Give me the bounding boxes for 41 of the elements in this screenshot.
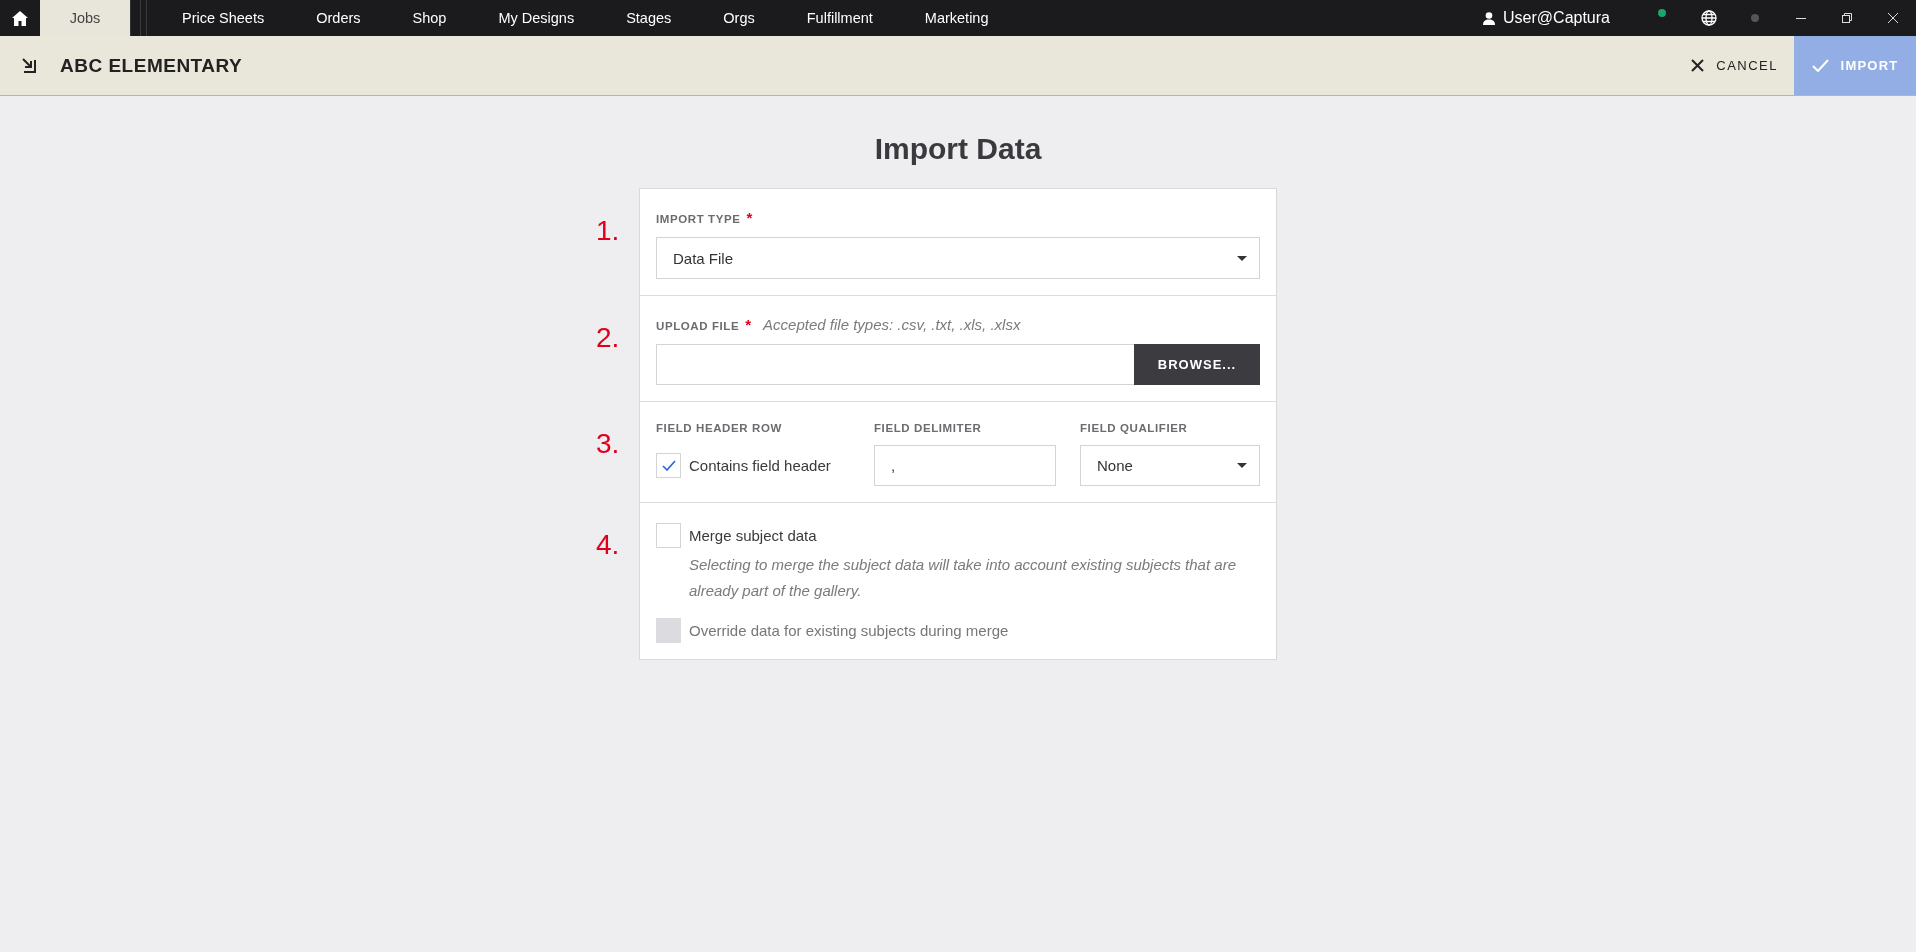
required-mark: *: [746, 209, 753, 226]
checkbox-label: Merge subject data: [689, 527, 817, 544]
qualifier-select[interactable]: None: [1080, 445, 1260, 486]
minimize-icon: [1796, 17, 1806, 19]
caret-icon: [1237, 255, 1247, 261]
field-label: FIELD DELIMITER: [874, 422, 982, 434]
dot-icon: [1751, 14, 1759, 22]
field-label: IMPORT TYPE: [656, 213, 741, 225]
checkmark-icon: [661, 460, 676, 471]
field-label: UPLOAD FILE: [656, 320, 740, 332]
cancel-button[interactable]: CANCEL: [1675, 36, 1794, 95]
step-number: 3.: [596, 428, 620, 460]
nav-tab[interactable]: Jobs: [40, 0, 130, 36]
globe-icon: [1701, 10, 1717, 26]
step-number: 1.: [596, 215, 620, 247]
checkmark-icon: [1811, 59, 1829, 72]
user-icon: [1483, 11, 1496, 25]
status-dot: [1658, 9, 1666, 17]
import-type-select[interactable]: Data File: [656, 237, 1260, 279]
close-icon: [1888, 13, 1898, 23]
page-title: Import Data: [874, 132, 1042, 166]
caret-icon: [1237, 463, 1247, 468]
restore-icon: [1842, 13, 1852, 23]
user-name[interactable]: User@Captura: [1503, 9, 1610, 27]
browse-button[interactable]: BROWSE...: [1134, 344, 1260, 385]
field-label: FIELD HEADER ROW: [656, 422, 782, 434]
checkbox-label: Override data for existing subjects during merge: [689, 622, 1009, 639]
option-description: Selecting to merge the subject data will take into account existing subjects that are already part of the gallery.: [689, 555, 1236, 601]
delimiter-input-field[interactable]: ,: [874, 445, 1056, 486]
home-icon: [12, 10, 28, 26]
step-number: 2.: [596, 322, 620, 354]
checkbox-label: Contains field header: [689, 457, 831, 474]
close-icon: [1691, 59, 1705, 72]
checkbox[interactable]: [656, 453, 681, 478]
file-types-hint: Accepted file types: .csv, .txt, .xls, .xlsx: [763, 316, 1021, 333]
checkbox[interactable]: [656, 523, 681, 548]
required-mark: *: [745, 316, 752, 333]
file-input-field[interactable]: [656, 344, 1134, 385]
job-title: ABC ELEMENTARY: [60, 54, 243, 77]
step-number: 4.: [596, 529, 620, 561]
field-label: FIELD QUALIFIER: [1080, 422, 1188, 434]
